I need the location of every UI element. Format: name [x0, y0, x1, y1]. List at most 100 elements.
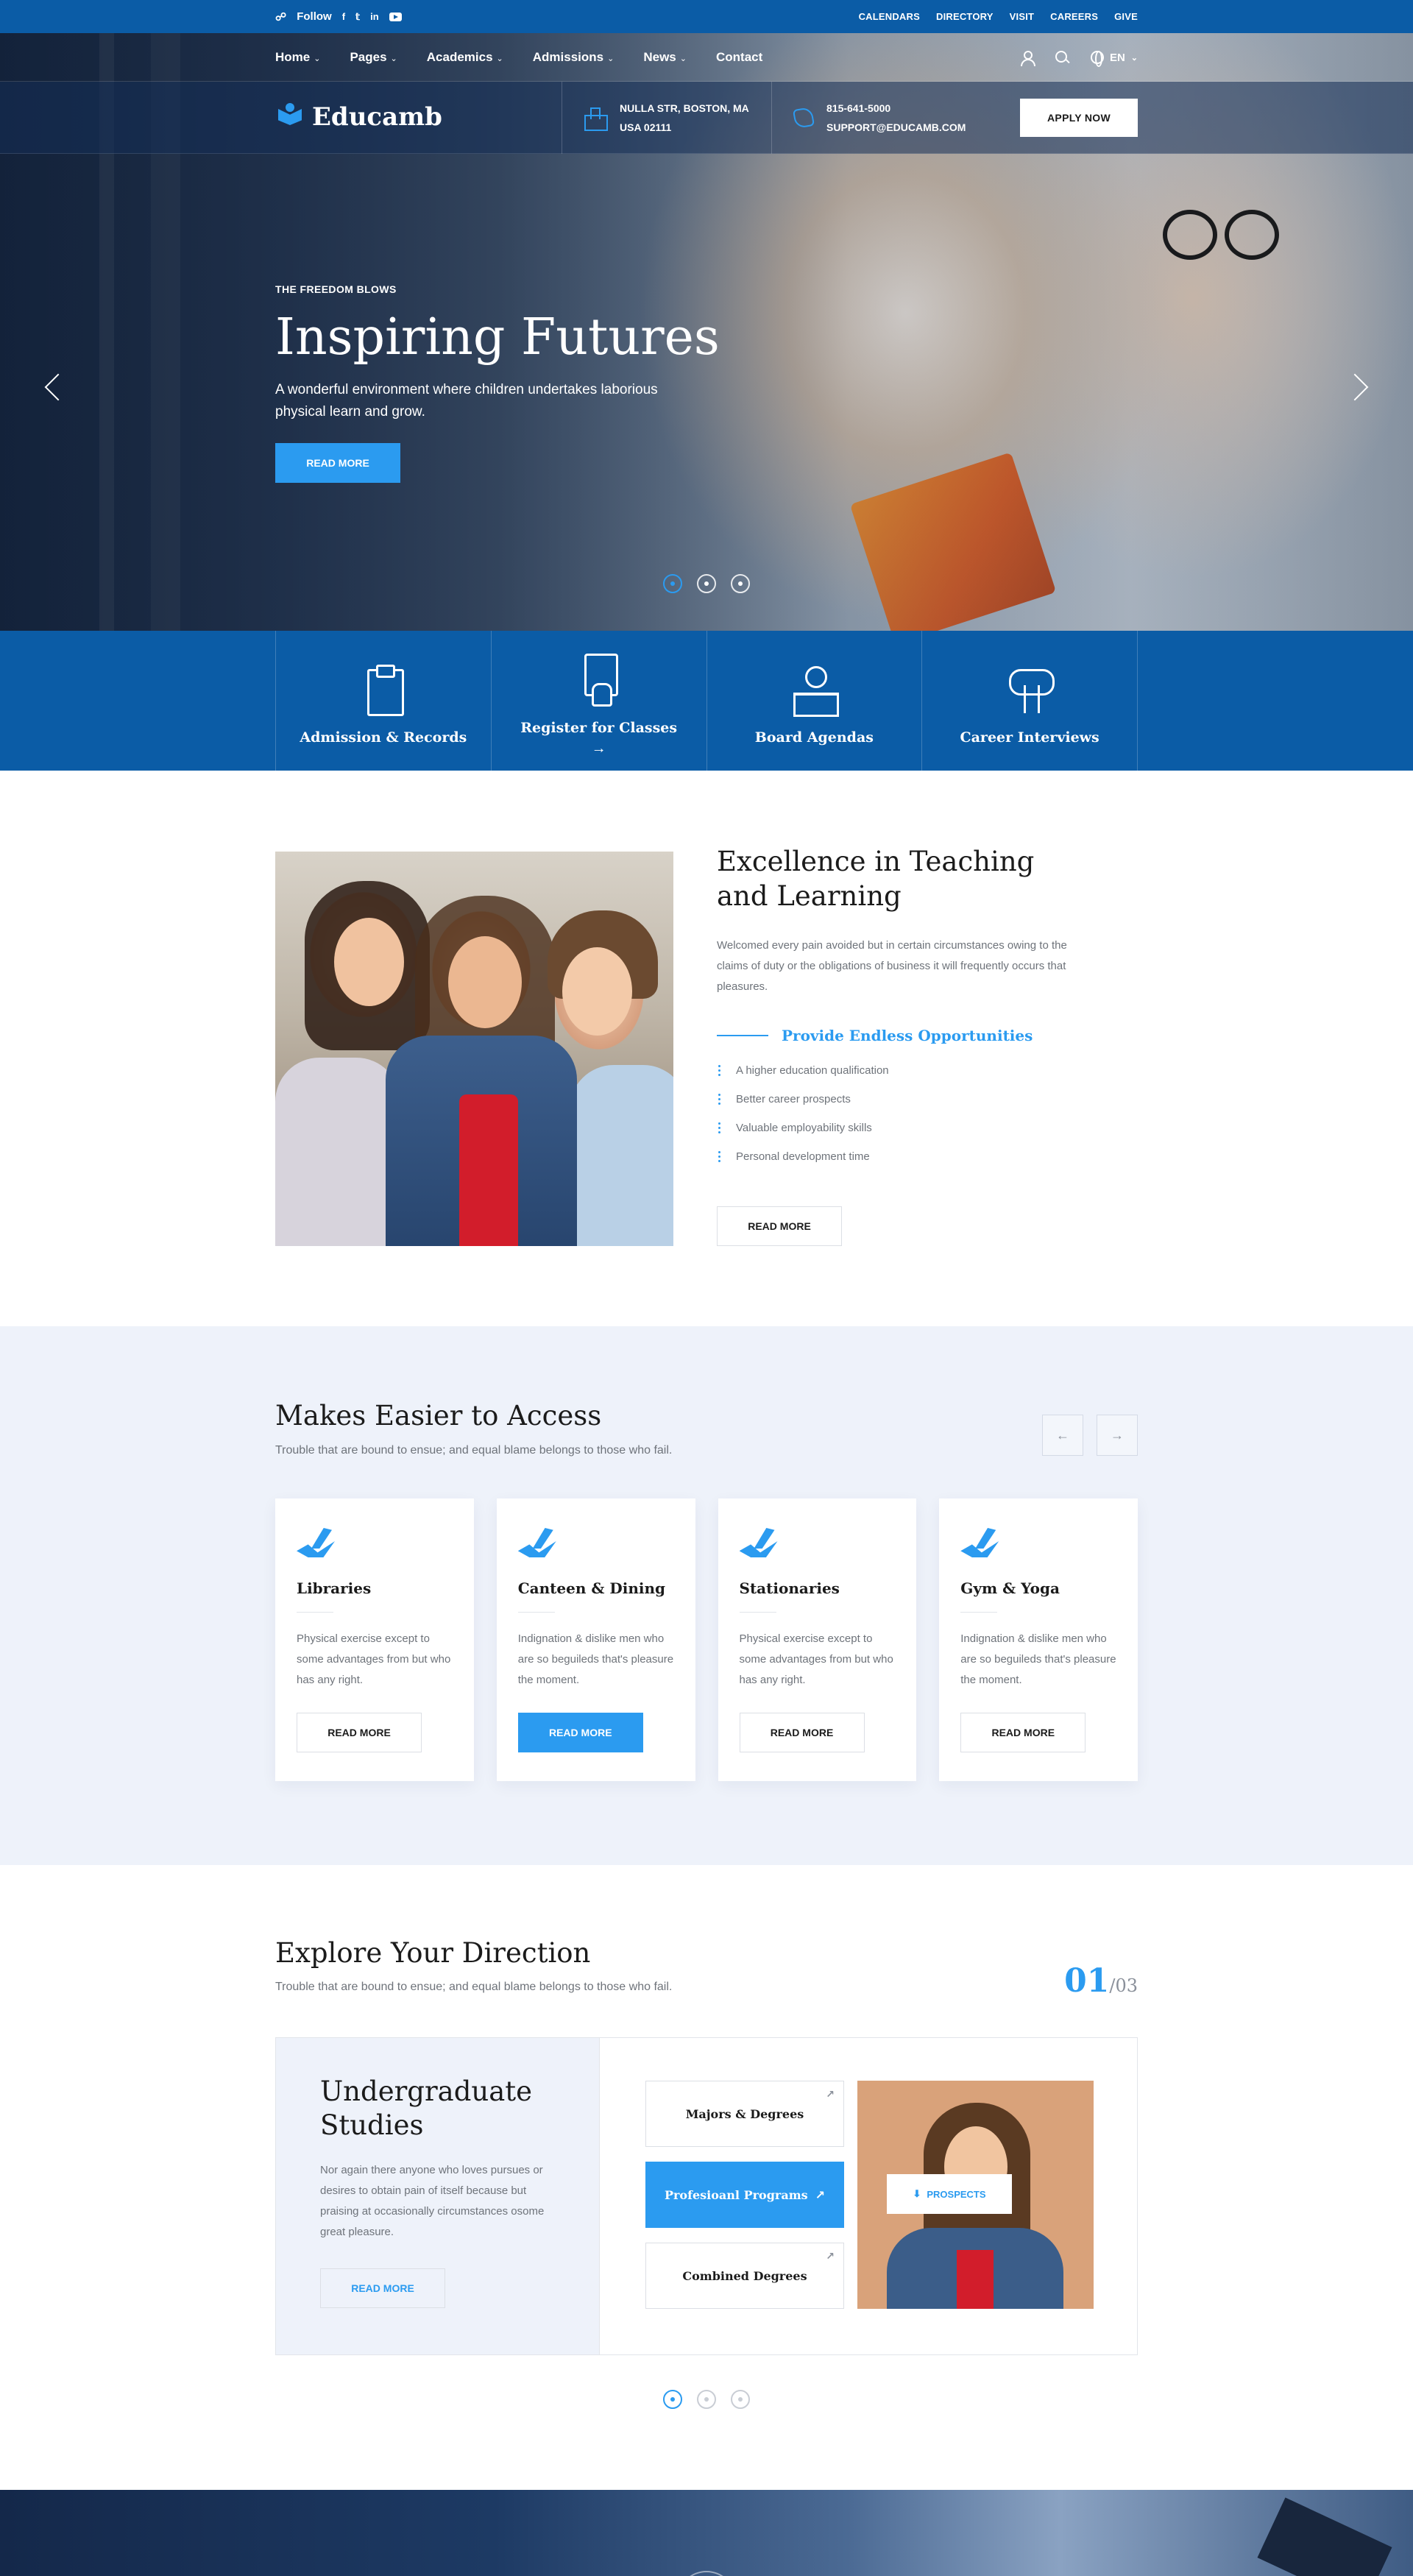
quick-links-strip: Admission & Records Register for Classes…	[0, 631, 1413, 771]
quick-link-board[interactable]: Board Agendas	[707, 631, 923, 771]
access-subtitle: Trouble that are bound to ensue; and equ…	[275, 1444, 673, 1457]
quick-link-register[interactable]: Register for Classes →	[492, 631, 707, 771]
bird-icon	[960, 1528, 1003, 1565]
quick-link-admission[interactable]: Admission & Records	[276, 631, 492, 771]
card-text: Physical exercise except to some advanta…	[297, 1632, 451, 1686]
option-combined-degrees[interactable]: Combined Degrees ↗	[645, 2243, 844, 2309]
facility-card: Gym & Yoga Indignation & dislike men who…	[939, 1498, 1138, 1781]
direction-panel: Undergraduate Studies Nor again there an…	[275, 2037, 1138, 2355]
tablet-touch-icon	[577, 654, 621, 707]
link-give[interactable]: GIVE	[1114, 11, 1138, 22]
quick-link-label: Career Interviews	[960, 729, 1099, 746]
youtube-icon[interactable]	[389, 12, 402, 21]
access-title: Makes Easier to Access	[275, 1400, 602, 1432]
about-title: Excellence in Teaching and Learning	[717, 846, 1035, 912]
nav-item-contact[interactable]: Contact	[716, 50, 762, 65]
search-icon[interactable]	[1055, 51, 1069, 64]
slider-dot-2[interactable]	[697, 574, 716, 593]
card-read-more-button[interactable]: READ MORE	[517, 1713, 643, 1752]
link-calendars[interactable]: CALENDARS	[859, 11, 920, 22]
list-item: Valuable employability skills	[717, 1121, 1085, 1136]
list-item: Better career prospects	[717, 1092, 1085, 1107]
phone-number[interactable]: 815-641-5000	[826, 99, 966, 118]
brand-bar: Educamb NULLA STR, BOSTON, MA USA 02111 …	[0, 82, 1413, 154]
facility-card: Stationaries Physical exercise except to…	[718, 1498, 917, 1781]
site-logo[interactable]: Educamb	[275, 102, 442, 132]
link-careers[interactable]: CAREERS	[1050, 11, 1098, 22]
nav-item-academics[interactable]: Academics ⌄	[427, 50, 503, 65]
linkedin-icon[interactable]: in	[370, 11, 379, 22]
phone-icon	[792, 106, 815, 130]
card-title: Gym & Yoga	[960, 1579, 1060, 1597]
globe-icon	[1090, 51, 1104, 67]
graduation-cap-image	[1257, 2497, 1392, 2576]
follow-label: Follow	[297, 10, 332, 23]
direction-dot-3[interactable]	[731, 2390, 750, 2409]
slider-dot-3[interactable]	[731, 574, 750, 593]
arrow-up-right-icon: ↗	[826, 2251, 835, 2262]
nav-item-admissions[interactable]: Admissions ⌄	[533, 50, 615, 65]
social-follow: ☍ Follow f 𝕥 in	[275, 0, 402, 33]
program-read-more-button[interactable]: READ MORE	[320, 2268, 445, 2308]
program-title: Undergraduate Studies	[320, 2076, 533, 2141]
teacher-desk-icon	[792, 663, 840, 717]
counter-current: 01	[1064, 1962, 1110, 2000]
card-read-more-button[interactable]: READ MORE	[960, 1713, 1086, 1752]
bird-icon	[740, 1528, 782, 1565]
nav-item-pages[interactable]: Pages ⌄	[350, 50, 397, 65]
building-icon	[584, 107, 608, 131]
option-professional-programs[interactable]: Profesioanl Programs ↗	[645, 2162, 844, 2228]
hero-read-more-button[interactable]: READ MORE	[275, 443, 400, 483]
hero-title: Inspiring Futures	[275, 308, 720, 367]
card-read-more-button[interactable]: READ MORE	[297, 1713, 422, 1752]
card-title: Stationaries	[739, 1579, 840, 1597]
language-selector[interactable]: EN ⌄	[1090, 51, 1138, 67]
opportunities-list: A higher education qualification Better …	[717, 1064, 1085, 1164]
contact-block: 815-641-5000 SUPPORT@EDUCAMB.COM	[771, 82, 966, 154]
address-block: NULLA STR, BOSTON, MA USA 02111	[562, 82, 749, 154]
counter-total: /03	[1109, 1975, 1138, 1996]
apply-now-button[interactable]: APPLY NOW	[1020, 99, 1138, 137]
link-directory[interactable]: DIRECTORY	[936, 11, 994, 22]
chevron-down-icon: ⌄	[390, 54, 397, 63]
logo-icon	[275, 103, 305, 131]
link-visit[interactable]: VISIT	[1010, 11, 1035, 22]
address-line-2: USA 02111	[620, 121, 672, 133]
card-read-more-button[interactable]: READ MORE	[739, 1713, 865, 1752]
address-line-1: NULLA STR, BOSTON, MA	[620, 102, 749, 114]
support-email[interactable]: SUPPORT@EDUCAMB.COM	[826, 118, 966, 137]
bird-icon	[518, 1528, 561, 1565]
hero-eyebrow: THE FREEDOM BLOWS	[275, 283, 397, 295]
main-nav: Home ⌄ Pages ⌄ Academics ⌄ Admissions ⌄ News…	[0, 33, 1413, 82]
hero-slider-dots	[0, 574, 1413, 593]
slider-next-arrow-icon[interactable]	[1353, 372, 1369, 401]
user-icon[interactable]	[1020, 51, 1035, 66]
logo-text: Educamb	[312, 102, 442, 132]
chevron-down-icon: ⌄	[1130, 53, 1138, 63]
prospects-button[interactable]: ⬇ PROSPECTS	[887, 2174, 1012, 2214]
students-photo	[275, 852, 673, 1246]
clipboard-icon	[361, 663, 406, 716]
slider-dot-1[interactable]	[663, 574, 682, 593]
direction-dot-1[interactable]	[663, 2390, 682, 2409]
facebook-icon[interactable]: f	[342, 11, 345, 22]
nav-item-home[interactable]: Home ⌄	[275, 50, 320, 65]
twitter-icon[interactable]: 𝕥	[355, 11, 360, 23]
about-content: Excellence in Teaching and Learning Welc…	[717, 844, 1085, 1178]
carousel-next-button[interactable]: →	[1097, 1415, 1138, 1456]
top-bar: ☍ Follow f 𝕥 in CALENDARS DIRECTORY VISI…	[0, 0, 1413, 33]
carousel-prev-button[interactable]: ←	[1042, 1415, 1083, 1456]
option-majors-degrees[interactable]: Majors & Degrees ↗	[645, 2081, 844, 2147]
about-read-more-button[interactable]: READ MORE	[717, 1206, 842, 1246]
direction-dot-2[interactable]	[697, 2390, 716, 2409]
nav-item-news[interactable]: News ⌄	[643, 50, 687, 65]
slider-prev-arrow-icon[interactable]	[43, 372, 59, 401]
direction-slider-dots	[0, 2390, 1413, 2409]
list-item: Personal development time	[717, 1150, 1085, 1164]
chevron-down-icon: ⌄	[607, 54, 615, 63]
quick-link-label: Admission & Records	[300, 729, 467, 746]
quick-link-career[interactable]: Career Interviews	[922, 631, 1138, 771]
download-icon: ⬇	[913, 2188, 921, 2199]
utility-links: CALENDARS DIRECTORY VISIT CAREERS GIVE	[859, 0, 1138, 33]
direction-title: Explore Your Direction	[275, 1937, 591, 1969]
